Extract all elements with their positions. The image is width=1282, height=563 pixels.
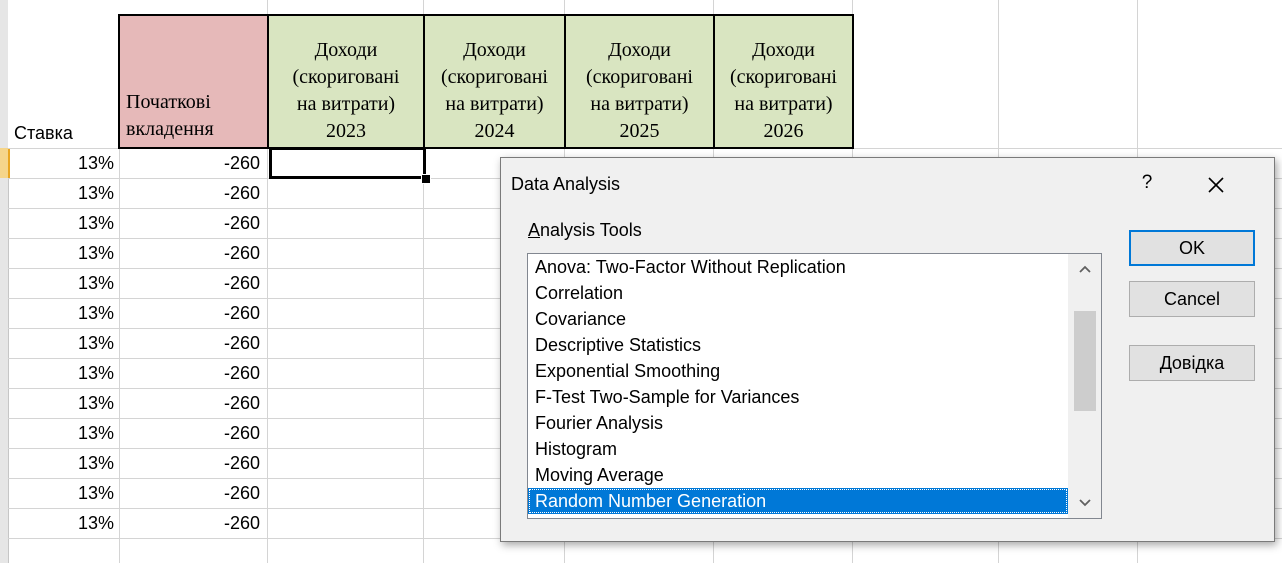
- chevron-down-icon: [1078, 499, 1091, 507]
- list-item-selected[interactable]: Random Number Generation: [528, 488, 1068, 514]
- rate-cell[interactable]: 13%: [10, 448, 114, 478]
- list-item[interactable]: Covariance: [528, 306, 1068, 332]
- close-button[interactable]: [1201, 170, 1231, 200]
- listbox-items: Anova: Two-Factor Without Replication Co…: [528, 254, 1068, 514]
- header-income-line3: на витрати): [734, 93, 833, 115]
- header-income-line1: Доходи: [608, 39, 671, 61]
- scroll-thumb[interactable]: [1074, 311, 1096, 411]
- list-item[interactable]: Anova: Two-Factor Without Replication: [528, 254, 1068, 280]
- header-income-line3: на витрати): [590, 93, 689, 115]
- label-accelerator: A: [528, 220, 541, 240]
- rate-cell[interactable]: 13%: [10, 178, 114, 208]
- header-income-2024-cell[interactable]: Доходи (скоригованi на витрати) 2024: [423, 14, 566, 149]
- active-row-header[interactable]: [0, 148, 10, 178]
- investment-cell[interactable]: -260: [120, 328, 260, 358]
- header-income-line2: (скоригованi: [292, 66, 400, 88]
- scroll-down-button[interactable]: [1068, 488, 1101, 518]
- active-cell[interactable]: [269, 147, 426, 179]
- investment-cell[interactable]: -260: [120, 208, 260, 238]
- list-item[interactable]: Fourier Analysis: [528, 410, 1068, 436]
- header-income-2026-cell[interactable]: Доходи (скоригованi на витрати) 2026: [713, 14, 854, 149]
- data-analysis-dialog: Data Analysis ? Analysis Tools Anova: Tw…: [500, 157, 1275, 542]
- rate-cell[interactable]: 13%: [10, 148, 114, 178]
- investment-cell[interactable]: -260: [120, 298, 260, 328]
- rate-cell[interactable]: 13%: [10, 208, 114, 238]
- header-income-line3: на витрати): [296, 93, 396, 115]
- rate-cell[interactable]: 13%: [10, 418, 114, 448]
- scroll-up-button[interactable]: [1068, 254, 1101, 284]
- header-income-line1: Доходи: [752, 39, 815, 61]
- investment-cell[interactable]: -260: [120, 448, 260, 478]
- list-item[interactable]: Correlation: [528, 280, 1068, 306]
- rate-cell[interactable]: 13%: [10, 478, 114, 508]
- list-item[interactable]: Descriptive Statistics: [528, 332, 1068, 358]
- investment-cell[interactable]: -260: [120, 148, 260, 178]
- help-button[interactable]: Довідка: [1129, 345, 1255, 381]
- help-label: овідка: [1171, 352, 1225, 373]
- header-rate-cell[interactable]: Ставка: [8, 0, 120, 148]
- analysis-tools-listbox[interactable]: Anova: Two-Factor Without Replication Co…: [527, 253, 1102, 519]
- investment-cell[interactable]: -260: [120, 478, 260, 508]
- header-investment-line2: вкладення: [126, 118, 214, 140]
- rate-cell[interactable]: 13%: [10, 328, 114, 358]
- investment-cell[interactable]: -260: [120, 238, 260, 268]
- rate-cell[interactable]: 13%: [10, 238, 114, 268]
- header-income-line1: Доходи: [314, 39, 378, 61]
- investment-cell[interactable]: -260: [120, 418, 260, 448]
- header-investment-line1: Початкові: [126, 91, 211, 113]
- header-income-2025-cell[interactable]: Доходи (скоригованi на витрати) 2025: [564, 14, 715, 149]
- header-income-year: 2023: [326, 120, 366, 142]
- header-income-2023-cell[interactable]: Доходи (скоригованi на витрати) 2023: [267, 14, 425, 149]
- header-investment-cell[interactable]: Початкові вкладення: [118, 14, 269, 149]
- header-income-line2: (скоригованi: [586, 66, 693, 88]
- list-item[interactable]: Exponential Smoothing: [528, 358, 1068, 384]
- investment-cell[interactable]: -260: [120, 358, 260, 388]
- label-text: nalysis Tools: [540, 220, 642, 240]
- investment-cell[interactable]: -260: [120, 178, 260, 208]
- list-item[interactable]: Histogram: [528, 436, 1068, 462]
- header-income-line1: Доходи: [463, 39, 526, 61]
- investment-cell[interactable]: -260: [120, 388, 260, 418]
- help-accelerator: Д: [1159, 352, 1172, 373]
- list-item[interactable]: F-Test Two-Sample for Variances: [528, 384, 1068, 410]
- header-income-year: 2024: [474, 120, 515, 142]
- listbox-scrollbar[interactable]: [1068, 254, 1101, 518]
- chevron-up-icon: [1078, 265, 1091, 273]
- investment-cell[interactable]: -260: [120, 508, 260, 538]
- header-income-year: 2025: [619, 120, 660, 142]
- investment-cell[interactable]: -260: [120, 268, 260, 298]
- header-income-line2: (скоригованi: [441, 66, 548, 88]
- fill-handle[interactable]: [421, 174, 431, 184]
- header-rate-label: Ставка: [14, 123, 73, 143]
- rate-cell[interactable]: 13%: [10, 388, 114, 418]
- header-income-line3: на витрати): [445, 93, 544, 115]
- rate-cell[interactable]: 13%: [10, 298, 114, 328]
- rate-cell[interactable]: 13%: [10, 268, 114, 298]
- header-income-line2: (скоригованi: [730, 66, 837, 88]
- help-question-button[interactable]: ?: [1137, 172, 1157, 194]
- list-item[interactable]: Moving Average: [528, 462, 1068, 488]
- close-icon: [1208, 177, 1224, 193]
- header-income-year: 2026: [763, 120, 804, 142]
- rate-cell[interactable]: 13%: [10, 358, 114, 388]
- analysis-tools-label: Analysis Tools: [528, 220, 642, 241]
- dialog-title: Data Analysis: [511, 174, 621, 194]
- cancel-button[interactable]: Cancel: [1129, 281, 1255, 317]
- rate-cell[interactable]: 13%: [10, 508, 114, 538]
- ok-button[interactable]: OK: [1129, 230, 1255, 266]
